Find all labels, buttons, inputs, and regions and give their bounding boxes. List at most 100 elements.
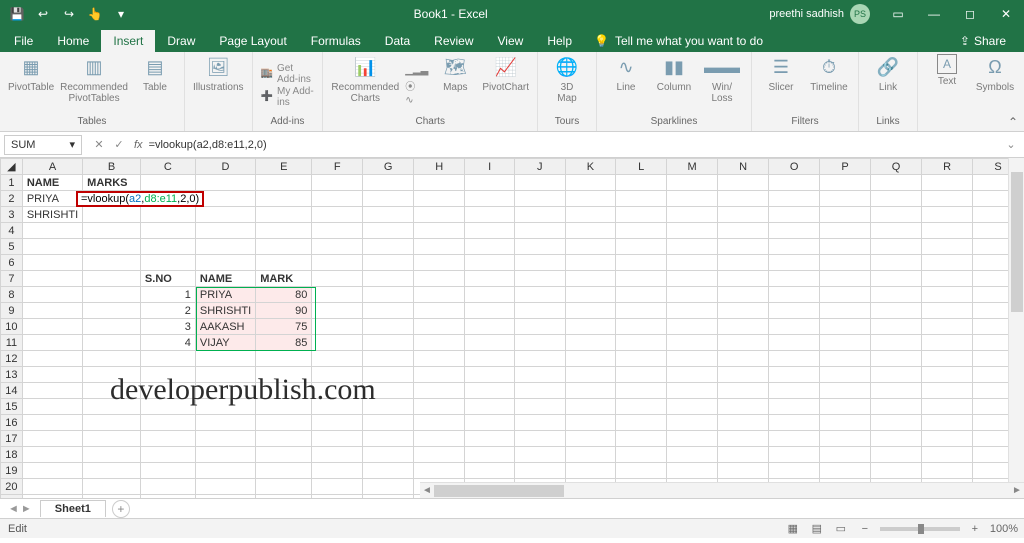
col-header-O[interactable]: O — [769, 159, 820, 175]
horizontal-scrollbar-thumb[interactable] — [434, 485, 564, 497]
horizontal-scrollbar[interactable]: ◄ ► — [420, 482, 1024, 498]
cell-G19[interactable] — [363, 463, 414, 479]
cell-K5[interactable] — [565, 239, 616, 255]
cell-A2[interactable]: PRIYA — [22, 191, 82, 207]
cell-L19[interactable] — [616, 463, 667, 479]
cell-M11[interactable] — [666, 335, 717, 351]
add-sheet-button[interactable]: + — [112, 500, 130, 518]
cell-B4[interactable] — [83, 223, 141, 239]
cell-R14[interactable] — [922, 383, 973, 399]
cell-K15[interactable] — [565, 399, 616, 415]
cell-H3[interactable] — [414, 207, 465, 223]
share-button[interactable]: ⇪ Share — [952, 30, 1014, 52]
cell-C12[interactable] — [140, 351, 195, 367]
cell-D15[interactable] — [195, 399, 255, 415]
chart-type1-button[interactable]: ▁▂▃ — [405, 65, 428, 76]
cell-D13[interactable] — [195, 367, 255, 383]
cell-E12[interactable] — [256, 351, 312, 367]
col-header-A[interactable]: A — [22, 159, 82, 175]
cell-A14[interactable] — [22, 383, 82, 399]
cell-Q2[interactable] — [870, 191, 921, 207]
cell-M14[interactable] — [666, 383, 717, 399]
cell-B13[interactable] — [83, 367, 141, 383]
cell-E19[interactable] — [256, 463, 312, 479]
cell-O5[interactable] — [769, 239, 820, 255]
cell-M7[interactable] — [666, 271, 717, 287]
get-addins-button[interactable]: 🏬Get Add-ins — [261, 63, 315, 85]
cell-M8[interactable] — [666, 287, 717, 303]
cell-N12[interactable] — [718, 351, 769, 367]
cell-N14[interactable] — [718, 383, 769, 399]
cell-D12[interactable] — [195, 351, 255, 367]
cell-A5[interactable] — [22, 239, 82, 255]
cell-A9[interactable] — [22, 303, 82, 319]
col-header-Q[interactable]: Q — [870, 159, 921, 175]
cell-F20[interactable] — [312, 479, 363, 495]
cell-A10[interactable] — [22, 319, 82, 335]
cell-A8[interactable] — [22, 287, 82, 303]
cell-P15[interactable] — [820, 399, 871, 415]
formula-input[interactable]: =vlookup(a2,d8:e11,2,0) — [149, 139, 1002, 151]
cell-F6[interactable] — [312, 255, 363, 271]
cell-A6[interactable] — [22, 255, 82, 271]
cell-B7[interactable] — [83, 271, 141, 287]
name-box[interactable]: SUM ▾ — [4, 135, 82, 155]
cell-D8[interactable]: PRIYA — [195, 287, 255, 303]
col-header-C[interactable]: C — [140, 159, 195, 175]
symbols-button[interactable]: ΩSymbols — [974, 54, 1016, 93]
cell-O7[interactable] — [769, 271, 820, 287]
cell-M19[interactable] — [666, 463, 717, 479]
cell-R11[interactable] — [922, 335, 973, 351]
col-header-G[interactable]: G — [363, 159, 414, 175]
cell-N1[interactable] — [718, 175, 769, 191]
col-header-L[interactable]: L — [616, 159, 667, 175]
cell-G8[interactable] — [363, 287, 414, 303]
user-avatar[interactable]: PS — [850, 4, 870, 24]
maps-button[interactable]: 🗺Maps — [434, 54, 476, 93]
zoom-in-icon[interactable]: + — [966, 523, 984, 535]
cell-K3[interactable] — [565, 207, 616, 223]
zoom-slider[interactable] — [880, 527, 960, 531]
cell-O11[interactable] — [769, 335, 820, 351]
spark-line-button[interactable]: ∿Line — [605, 54, 647, 93]
row-header-18[interactable]: 18 — [1, 447, 23, 463]
cell-C19[interactable] — [140, 463, 195, 479]
cell-P3[interactable] — [820, 207, 871, 223]
cell-K2[interactable] — [565, 191, 616, 207]
3dmap-button[interactable]: 🌐3D Map — [546, 54, 588, 104]
user-name[interactable]: preethi sadhish — [769, 8, 844, 20]
cell-H14[interactable] — [414, 383, 465, 399]
cell-O17[interactable] — [769, 431, 820, 447]
editing-cell-b2[interactable]: =vlookup(a2,d8:e11,2,0) — [76, 191, 204, 207]
cell-A13[interactable] — [22, 367, 82, 383]
cell-L8[interactable] — [616, 287, 667, 303]
tab-view[interactable]: View — [486, 30, 536, 52]
cell-I7[interactable] — [465, 271, 515, 287]
cell-H13[interactable] — [414, 367, 465, 383]
cell-Q16[interactable] — [870, 415, 921, 431]
cell-P17[interactable] — [820, 431, 871, 447]
tab-file[interactable]: File — [2, 30, 45, 52]
cell-J8[interactable] — [515, 287, 565, 303]
cell-Q8[interactable] — [870, 287, 921, 303]
row-header-12[interactable]: 12 — [1, 351, 23, 367]
redo-icon[interactable]: ↪ — [58, 3, 80, 25]
cell-A20[interactable] — [22, 479, 82, 495]
cell-E7[interactable]: MARK — [256, 271, 312, 287]
cell-H15[interactable] — [414, 399, 465, 415]
touch-mode-icon[interactable]: 👆 — [84, 3, 106, 25]
cell-N2[interactable] — [718, 191, 769, 207]
cell-J6[interactable] — [515, 255, 565, 271]
cell-N18[interactable] — [718, 447, 769, 463]
cell-A11[interactable] — [22, 335, 82, 351]
cell-F7[interactable] — [312, 271, 363, 287]
cell-E21[interactable] — [256, 495, 312, 499]
cell-B1[interactable]: MARKS — [83, 175, 141, 191]
row-header-17[interactable]: 17 — [1, 431, 23, 447]
cell-L1[interactable] — [616, 175, 667, 191]
cell-C7[interactable]: S.NO — [140, 271, 195, 287]
pivotchart-button[interactable]: 📈PivotChart — [482, 54, 529, 93]
cell-B15[interactable] — [83, 399, 141, 415]
cell-H7[interactable] — [414, 271, 465, 287]
cell-H2[interactable] — [414, 191, 465, 207]
